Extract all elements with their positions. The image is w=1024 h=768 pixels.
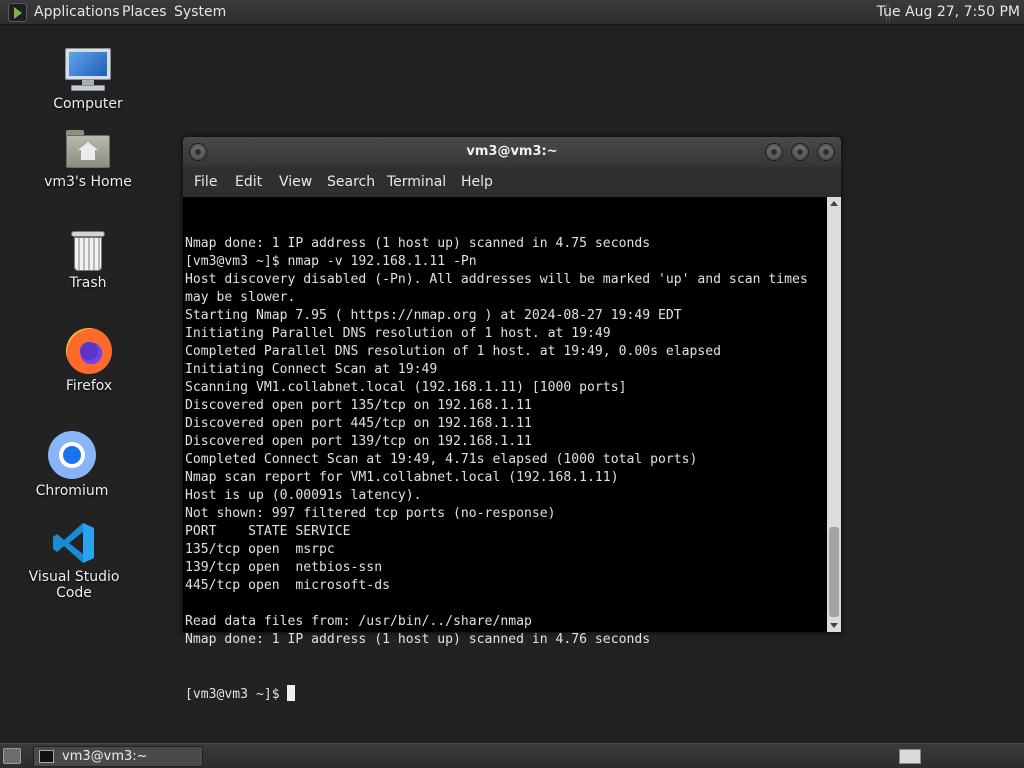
terminal-line: 135/tcp open msrpc <box>185 542 335 557</box>
desktop-screen: Applications Places System Tue Aug 27, 7… <box>0 0 1024 768</box>
desktop-icon-label: vm3's Home <box>44 174 132 190</box>
computer-icon <box>63 46 113 92</box>
scroll-down-arrow-icon[interactable] <box>830 623 838 628</box>
desktop-icon-label: Firefox <box>65 378 113 394</box>
taskbar-window-label: vm3@vm3:~ <box>62 749 148 764</box>
terminal-line: Initiating Parallel DNS resolution of 1 … <box>185 326 611 341</box>
terminal-line: Host discovery disabled (-Pn). All addre… <box>185 272 808 287</box>
terminal-line: 445/tcp open microsoft-ds <box>185 578 390 593</box>
terminal-window[interactable]: vm3@vm3:~ File Edit View Search Terminal… <box>182 136 842 702</box>
workspace-switcher[interactable] <box>899 749 921 764</box>
scrollbar-thumb[interactable] <box>829 527 839 617</box>
terminal-scrollbar[interactable] <box>827 197 841 632</box>
terminal-line: Completed Parallel DNS resolution of 1 h… <box>185 344 722 359</box>
terminal-line: Host is up (0.00091s latency). <box>185 488 422 503</box>
terminal-line: Discovered open port 139/tcp on 192.168.… <box>185 434 532 449</box>
desktop-icon-vscode[interactable]: Visual Studio Code <box>9 521 139 601</box>
desktop-icon-label: Trash <box>69 275 107 291</box>
terminal-lines: Nmap done: 1 IP address (1 host up) scan… <box>185 235 825 649</box>
close-button[interactable] <box>817 143 835 161</box>
terminal-line: Not shown: 997 filtered tcp ports (no-re… <box>185 506 556 521</box>
terminal-line: 139/tcp open netbios-ssn <box>185 560 383 575</box>
desktop-icon-firefox[interactable]: Firefox <box>24 328 154 394</box>
menu-applications[interactable]: Applications <box>34 4 120 20</box>
terminal-text: Nmap done: 1 IP address (1 host up) scan… <box>185 199 825 740</box>
terminal-line: Discovered open port 135/tcp on 192.168.… <box>185 398 532 413</box>
bottom-panel: vm3@vm3:~ <box>0 743 1024 768</box>
terminal-icon <box>39 750 54 763</box>
desktop-icon-computer[interactable]: Computer <box>23 46 153 112</box>
applications-logo-icon[interactable] <box>8 3 27 22</box>
menu-help[interactable]: Help <box>461 174 493 190</box>
terminal-line: PORT STATE SERVICE <box>185 524 351 539</box>
home-folder-icon <box>66 130 110 170</box>
terminal-line: Discovered open port 445/tcp on 192.168.… <box>185 416 532 431</box>
terminal-output-area[interactable]: Nmap done: 1 IP address (1 host up) scan… <box>183 197 827 702</box>
menu-file[interactable]: File <box>194 174 217 190</box>
chromium-icon <box>48 431 96 479</box>
terminal-line: Nmap done: 1 IP address (1 host up) scan… <box>185 632 651 647</box>
trash-icon <box>68 231 108 271</box>
shell-prompt: [vm3@vm3 ~]$ <box>185 687 288 702</box>
clock[interactable]: Tue Aug 27, 7:50 PM <box>877 4 1020 20</box>
terminal-line: Read data files from: /usr/bin/../share/… <box>185 614 532 629</box>
terminal-line: [vm3@vm3 ~]$ nmap -v 192.168.1.11 -Pn <box>185 254 477 269</box>
window-title: vm3@vm3:~ <box>466 144 558 159</box>
menu-view[interactable]: View <box>279 174 312 190</box>
maximize-button[interactable] <box>791 143 809 161</box>
scroll-up-arrow-icon[interactable] <box>830 201 838 206</box>
desktop-icon-trash[interactable]: Trash <box>23 231 153 291</box>
menu-terminal[interactable]: Terminal <box>387 174 446 190</box>
desktop-icon-chromium[interactable]: Chromium <box>7 431 137 499</box>
desktop-icon-label: Chromium <box>35 483 109 499</box>
prompt-line[interactable]: [vm3@vm3 ~]$ <box>185 685 825 704</box>
terminal-menubar: File Edit View Search Terminal Help <box>183 167 841 197</box>
terminal-line: Scanning VM1.collabnet.local (192.168.1.… <box>185 380 627 395</box>
terminal-line: Initiating Connect Scan at 19:49 <box>185 362 438 377</box>
firefox-icon <box>66 328 112 374</box>
show-desktop-icon[interactable] <box>3 748 21 764</box>
terminal-line: Starting Nmap 7.95 ( https://nmap.org ) … <box>185 308 682 323</box>
terminal-line: Nmap done: 1 IP address (1 host up) scan… <box>185 236 651 251</box>
menu-search[interactable]: Search <box>327 174 375 190</box>
vscode-icon <box>52 521 96 565</box>
menu-places[interactable]: Places <box>122 4 167 20</box>
desktop-icon-label: Computer <box>53 96 123 112</box>
taskbar-window-button[interactable]: vm3@vm3:~ <box>33 746 203 767</box>
desktop-icon-home[interactable]: vm3's Home <box>23 130 153 190</box>
terminal-line: may be slower. <box>185 290 296 305</box>
text-cursor <box>287 685 296 701</box>
terminal-line: Completed Connect Scan at 19:49, 4.71s e… <box>185 452 698 467</box>
terminal-line: Nmap scan report for VM1.collabnet.local… <box>185 470 619 485</box>
minimize-button[interactable] <box>765 143 783 161</box>
window-titlebar[interactable]: vm3@vm3:~ <box>183 137 841 167</box>
desktop-icon-label: Visual Studio Code <box>28 569 120 601</box>
menu-edit[interactable]: Edit <box>235 174 262 190</box>
menu-system[interactable]: System <box>174 4 226 20</box>
top-panel: Applications Places System Tue Aug 27, 7… <box>0 0 1024 25</box>
